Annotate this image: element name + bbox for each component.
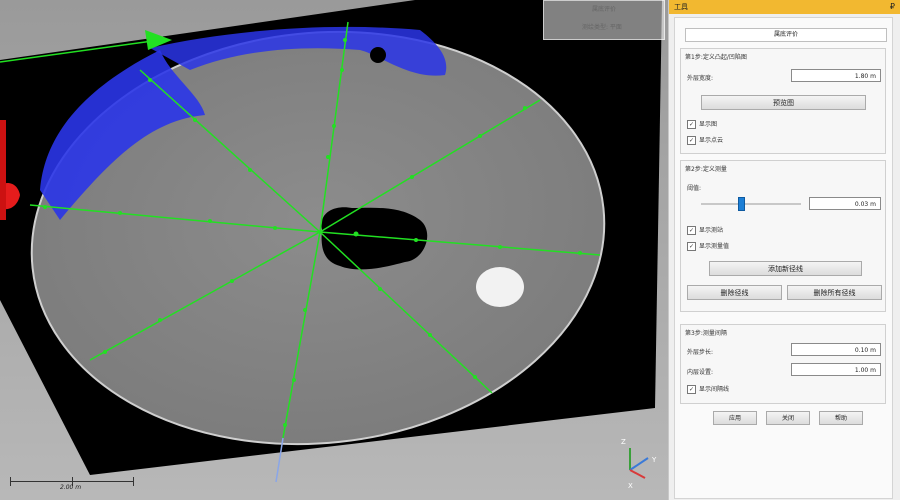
tab-floor-evaluation[interactable]: 属底评价 xyxy=(685,28,887,42)
high-region xyxy=(476,267,524,307)
tool-panel: 工具 ₽ 属底评价 第1步:定义凸起/凹陷图 外层宽度: 1.80 m 预览图 … xyxy=(668,0,900,500)
checkbox-check-icon: ✓ xyxy=(687,385,696,394)
axis-z-label: Z xyxy=(621,438,626,446)
axis-y-label: Y xyxy=(651,456,657,464)
panel-body: 属底评价 第1步:定义凸起/凹陷图 外层宽度: 1.80 m 预览图 ✓ 显示图 … xyxy=(674,17,893,499)
red-edge xyxy=(0,120,6,220)
help-button[interactable]: 帮助 xyxy=(819,411,863,425)
panel-header: 工具 ₽ xyxy=(669,0,900,14)
view-info-subtitle: 测绘类型: 平面 xyxy=(582,24,622,31)
outer-step-field[interactable]: 0.10 m xyxy=(791,343,881,356)
show-stations-checkbox[interactable]: ✓ 显示测站 xyxy=(687,225,723,235)
close-button[interactable]: 关闭 xyxy=(766,411,810,425)
step2-group: 第2步:定义测量 阈值: 0.03 m ✓ 显示测站 ✓ 显示测量值 添加新径线 删… xyxy=(680,160,886,312)
scale-label: 2.00 m xyxy=(60,484,82,491)
show-measure-values-checkbox[interactable]: ✓ 显示测量值 xyxy=(687,241,729,251)
3d-viewport[interactable]: Z Y X 属底评价 测绘类型: 平面 2.00 m xyxy=(0,0,668,500)
threshold-field[interactable]: 0.03 m xyxy=(809,197,881,210)
apply-button[interactable]: 应用 xyxy=(713,411,757,425)
delete-all-paths-button[interactable]: 删除所有径线 xyxy=(787,285,882,300)
pin-icon[interactable]: ₽ xyxy=(890,0,895,14)
threshold-label: 阈值: xyxy=(687,185,702,192)
show-points-checkbox[interactable]: ✓ 显示点云 xyxy=(687,135,723,145)
panel-title: 工具 xyxy=(674,3,688,11)
threshold-slider-thumb[interactable] xyxy=(738,197,745,211)
step1-group: 第1步:定义凸起/凹陷图 外层宽度: 1.80 m 预览图 ✓ 显示图 ✓ 显示点云 xyxy=(680,48,886,154)
show-interval-checkbox[interactable]: ✓ 显示间隔线 xyxy=(687,384,729,394)
central-void xyxy=(321,207,428,270)
add-path-button[interactable]: 添加新径线 xyxy=(709,261,862,276)
outer-width-label: 外层宽度: xyxy=(687,75,714,82)
outer-width-field[interactable]: 1.80 m xyxy=(791,69,881,82)
view-info-title: 属底评价 xyxy=(591,6,616,13)
inner-pos-field[interactable]: 1.00 m xyxy=(791,363,881,376)
view-info-box: 属底评价 测绘类型: 平面 xyxy=(543,0,665,40)
step3-group: 第3步:测量间隔 外层步长: 0.10 m 内层设置: 1.00 m ✓ 显示间隔… xyxy=(680,324,886,404)
step2-title: 第2步:定义测量 xyxy=(685,166,727,173)
checkbox-check-icon: ✓ xyxy=(687,136,696,145)
scale-bar: 2.00 m xyxy=(10,474,135,491)
point-cloud-canvas[interactable]: Z Y X xyxy=(0,0,668,500)
checkbox-check-icon: ✓ xyxy=(687,120,696,129)
threshold-slider-track[interactable] xyxy=(701,203,801,205)
outer-step-label: 外层步长: xyxy=(687,349,714,356)
small-void xyxy=(370,47,386,63)
delete-path-button[interactable]: 删除径线 xyxy=(687,285,782,300)
preview-button[interactable]: 预览图 xyxy=(701,95,866,110)
show-map-checkbox[interactable]: ✓ 显示图 xyxy=(687,119,717,129)
axis-x-label: X xyxy=(628,482,633,490)
step1-title: 第1步:定义凸起/凹陷图 xyxy=(685,54,747,61)
checkbox-check-icon: ✓ xyxy=(687,226,696,235)
step3-title: 第3步:测量间隔 xyxy=(685,330,727,337)
inner-pos-label: 内层设置: xyxy=(687,369,714,376)
axis-gizmo: Z Y X xyxy=(621,438,657,490)
checkbox-check-icon: ✓ xyxy=(687,242,696,251)
